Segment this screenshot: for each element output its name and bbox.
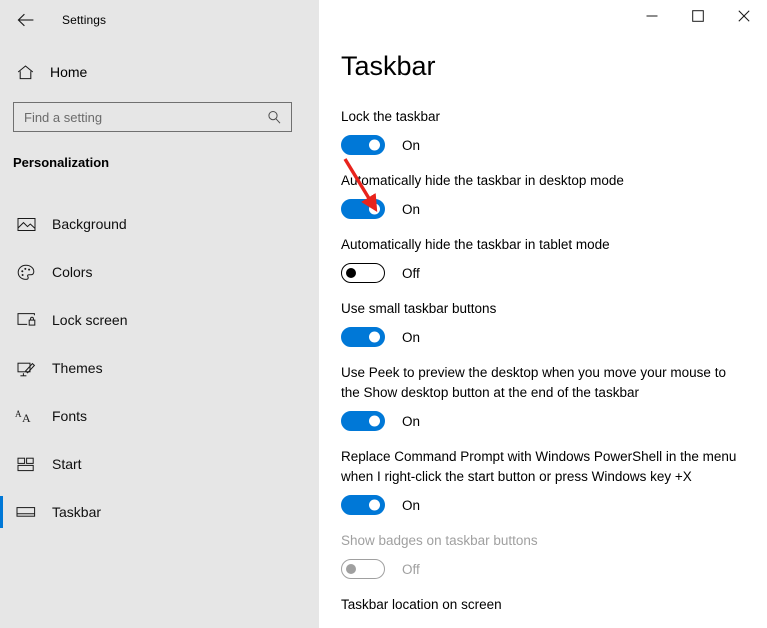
page-title: Taskbar bbox=[341, 51, 436, 81]
toggle-row: On bbox=[341, 410, 751, 432]
selection-indicator bbox=[0, 496, 3, 528]
setting-replace-command-prompt: Replace Command Prompt with Windows Powe… bbox=[341, 447, 751, 516]
start-tiles-icon bbox=[14, 457, 38, 472]
toggle-row: On bbox=[341, 198, 751, 220]
lock-screen-icon bbox=[14, 312, 38, 328]
palette-icon bbox=[14, 264, 38, 281]
setting-label: Use Peek to preview the desktop when you… bbox=[341, 365, 726, 400]
minimize-button[interactable] bbox=[629, 0, 675, 32]
selection-indicator bbox=[0, 208, 3, 240]
sidebar: Settings Home Personalization bbox=[0, 0, 319, 628]
toggle-switch[interactable] bbox=[341, 495, 385, 515]
toggle-row: On bbox=[341, 326, 751, 348]
toggle-switch[interactable] bbox=[341, 135, 385, 155]
settings-list: Lock the taskbar On Automatically hide t… bbox=[341, 107, 751, 628]
toggle-state-label: On bbox=[402, 329, 421, 345]
setting-show-badges: Show badges on taskbar buttons Off bbox=[341, 531, 751, 580]
toggle-knob bbox=[346, 268, 356, 278]
setting-lock-the-taskbar: Lock the taskbar On bbox=[341, 107, 751, 156]
search-box[interactable] bbox=[13, 102, 292, 132]
sidebar-item-label: Themes bbox=[52, 360, 103, 376]
setting-label: Lock the taskbar bbox=[341, 109, 441, 124]
toggle-knob bbox=[369, 331, 380, 343]
sidebar-item-label: Fonts bbox=[52, 408, 88, 424]
sidebar-item-home[interactable]: Home bbox=[0, 56, 300, 88]
selection-indicator bbox=[0, 304, 3, 336]
maximize-icon bbox=[692, 10, 704, 22]
toggle-switch[interactable] bbox=[341, 263, 385, 283]
window-controls bbox=[629, 0, 767, 32]
selection-indicator bbox=[0, 448, 3, 480]
toggle-switch[interactable] bbox=[341, 327, 385, 347]
setting-label: Taskbar location on screen bbox=[341, 597, 502, 612]
sidebar-item-background[interactable]: Background bbox=[0, 200, 319, 248]
toggle-state-label: On bbox=[402, 497, 421, 513]
toggle-state-label: On bbox=[402, 201, 421, 217]
app-title: Settings bbox=[62, 13, 107, 27]
home-label: Home bbox=[50, 64, 88, 80]
close-icon bbox=[738, 10, 750, 22]
home-icon bbox=[14, 64, 36, 80]
toggle-state-label: Off bbox=[402, 265, 420, 281]
svg-text:A: A bbox=[15, 409, 22, 419]
toggle-knob bbox=[346, 564, 356, 574]
toggle-state-label: On bbox=[402, 413, 421, 429]
sidebar-item-label: Background bbox=[52, 216, 127, 232]
setting-label: Automatically hide the taskbar in deskto… bbox=[341, 173, 624, 188]
sidebar-item-label: Lock screen bbox=[52, 312, 128, 328]
search-input[interactable] bbox=[14, 104, 261, 130]
toggle-knob bbox=[369, 499, 380, 511]
brush-icon bbox=[14, 360, 38, 377]
settings-window: Settings Home Personalization bbox=[0, 0, 767, 628]
font-aa-icon: A A bbox=[14, 408, 38, 424]
sidebar-item-label: Start bbox=[52, 456, 82, 472]
picture-icon bbox=[14, 216, 38, 232]
selection-indicator bbox=[0, 400, 3, 432]
taskbar-icon bbox=[14, 505, 38, 519]
setting-auto-hide-tablet-mode: Automatically hide the taskbar in tablet… bbox=[341, 235, 751, 284]
toggle-knob bbox=[369, 415, 380, 427]
selection-indicator bbox=[0, 352, 3, 384]
toggle-row: On bbox=[341, 134, 751, 156]
back-button[interactable] bbox=[6, 4, 46, 36]
sidebar-item-themes[interactable]: Themes bbox=[0, 344, 319, 392]
setting-label: Show badges on taskbar buttons bbox=[341, 533, 538, 548]
sidebar-item-colors[interactable]: Colors bbox=[0, 248, 319, 296]
setting-label: Replace Command Prompt with Windows Powe… bbox=[341, 449, 737, 484]
close-button[interactable] bbox=[721, 0, 767, 32]
svg-text:A: A bbox=[22, 411, 31, 424]
setting-label: Use small taskbar buttons bbox=[341, 301, 497, 316]
toggle-state-label: Off bbox=[402, 561, 420, 577]
sidebar-item-label: Colors bbox=[52, 264, 93, 280]
setting-label: Automatically hide the taskbar in tablet… bbox=[341, 237, 610, 252]
toggle-row: Off bbox=[341, 558, 751, 580]
setting-taskbar-location: Taskbar location on screen bbox=[341, 595, 751, 615]
sidebar-item-lock-screen[interactable]: Lock screen bbox=[0, 296, 319, 344]
setting-small-taskbar-buttons: Use small taskbar buttons On bbox=[341, 299, 751, 348]
sidebar-section-title: Personalization bbox=[13, 155, 110, 170]
toggle-knob bbox=[369, 139, 380, 151]
toggle-row: Off bbox=[341, 262, 751, 284]
maximize-button[interactable] bbox=[675, 0, 721, 32]
content-pane: Taskbar Lock the taskbar On Automaticall… bbox=[319, 0, 767, 628]
back-arrow-icon bbox=[17, 13, 34, 27]
search-icon[interactable] bbox=[261, 110, 287, 124]
toggle-knob bbox=[369, 203, 380, 215]
sidebar-item-start[interactable]: Start bbox=[0, 440, 319, 488]
toggle-state-label: On bbox=[402, 137, 421, 153]
minimize-icon bbox=[646, 15, 658, 17]
toggle-switch bbox=[341, 559, 385, 579]
setting-use-peek: Use Peek to preview the desktop when you… bbox=[341, 363, 751, 432]
setting-auto-hide-desktop-mode: Automatically hide the taskbar in deskto… bbox=[341, 171, 751, 220]
sidebar-nav: Background Colors Lock screen Themes A A… bbox=[0, 200, 319, 536]
toggle-switch[interactable] bbox=[341, 411, 385, 431]
toggle-row: On bbox=[341, 494, 751, 516]
selection-indicator bbox=[0, 256, 3, 288]
sidebar-item-label: Taskbar bbox=[52, 504, 102, 520]
sidebar-item-fonts[interactable]: A A Fonts bbox=[0, 392, 319, 440]
toggle-switch[interactable] bbox=[341, 199, 385, 219]
sidebar-item-taskbar[interactable]: Taskbar bbox=[0, 488, 319, 536]
title-bar-left: Settings bbox=[0, 0, 319, 40]
